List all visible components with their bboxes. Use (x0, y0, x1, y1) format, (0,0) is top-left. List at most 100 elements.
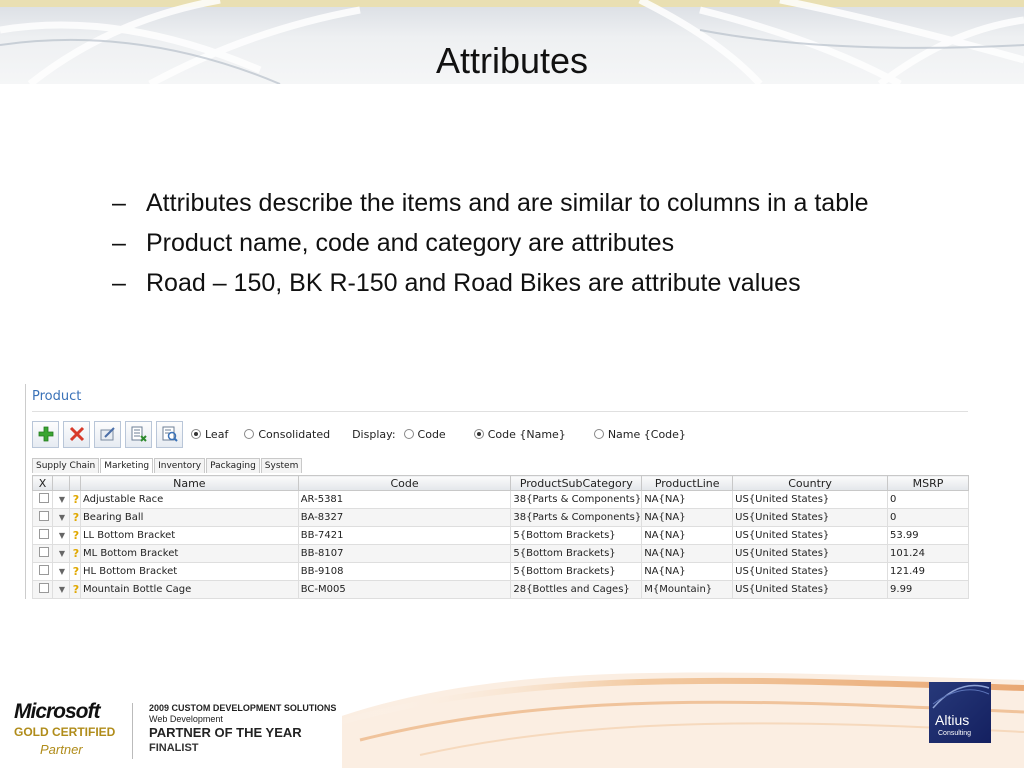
export-button[interactable] (125, 420, 152, 448)
display-code-radio[interactable]: Code (403, 428, 446, 441)
microsoft-logo: Microsoft (14, 700, 100, 723)
cell-code[interactable]: BB-9108 (297, 562, 512, 581)
cell-msrp[interactable]: 101.24 (887, 544, 969, 563)
delete-button[interactable] (63, 420, 90, 448)
cell-productline[interactable]: M{Mountain} (641, 580, 734, 599)
cell-name[interactable]: ML Bottom Bracket (79, 544, 299, 563)
cell-name[interactable]: Adjustable Race (79, 490, 299, 509)
cell-msrp[interactable]: 0 (887, 508, 969, 527)
tab-system[interactable]: System (260, 458, 303, 473)
chevron-down-icon[interactable]: ▼ (59, 531, 65, 540)
bullet-item: – Road – 150, BK R-150 and Road Bikes ar… (112, 266, 912, 300)
cell-country[interactable]: US{United States} (732, 490, 889, 509)
cell-msrp[interactable]: 121.49 (887, 562, 969, 581)
table-row[interactable]: ▼? ML Bottom Bracket BB-8107 5{Bottom Brack… (32, 544, 969, 563)
bullet-dash: – (112, 189, 126, 217)
column-header-productline[interactable]: ProductLine (641, 475, 734, 491)
table-row[interactable]: ▼? Adjustable Race AR-5381 38{Parts & Compo… (32, 490, 969, 509)
cell-code[interactable]: BC-M005 (297, 580, 512, 599)
column-header-country[interactable]: Country (732, 475, 889, 491)
cell-productline[interactable]: NA{NA} (641, 508, 734, 527)
chevron-down-icon[interactable]: ▼ (59, 585, 65, 594)
cell-productline[interactable]: NA{NA} (641, 490, 734, 509)
column-header-select[interactable]: X (32, 475, 53, 491)
cell-productsubcategory[interactable]: 28{Bottles and Cages} (510, 580, 643, 599)
row-checkbox[interactable] (39, 529, 50, 539)
export-icon (131, 426, 147, 442)
row-menu-cell[interactable]: ▼ (51, 490, 70, 509)
bullet-item: – Attributes describe the items and are … (112, 186, 912, 220)
select-checkbox-cell[interactable] (32, 490, 53, 509)
cell-msrp[interactable]: 9.99 (887, 580, 969, 599)
cell-productline[interactable]: NA{NA} (641, 562, 734, 581)
cell-productsubcategory[interactable]: 38{Parts & Components} (510, 508, 643, 527)
tab-supply-chain[interactable]: Supply Chain (32, 458, 100, 473)
row-checkbox[interactable] (39, 547, 50, 557)
row-checkbox[interactable] (39, 493, 50, 503)
cell-code[interactable]: BB-8107 (297, 544, 512, 563)
radio-empty-icon (244, 429, 255, 439)
bullet-dash: – (112, 229, 126, 257)
cell-country[interactable]: US{United States} (732, 526, 889, 545)
chevron-down-icon[interactable]: ▼ (59, 567, 65, 576)
question-icon: ? (72, 583, 80, 596)
column-header-msrp[interactable]: MSRP (887, 475, 969, 491)
cell-name[interactable]: LL Bottom Bracket (79, 526, 299, 545)
cell-productsubcategory[interactable]: 5{Bottom Brackets} (510, 562, 643, 581)
chevron-down-icon[interactable]: ▼ (59, 513, 65, 522)
display-name-code-radio[interactable]: Name {Code} (593, 427, 686, 441)
tab-inventory[interactable]: Inventory (154, 458, 206, 473)
cell-name[interactable]: Mountain Bottle Cage (79, 580, 299, 599)
row-checkbox[interactable] (39, 565, 50, 575)
cell-country[interactable]: US{United States} (732, 562, 889, 581)
question-icon: ? (72, 511, 80, 524)
consolidated-radio[interactable]: Consolidated (244, 428, 330, 441)
cell-msrp[interactable]: 0 (887, 490, 969, 509)
add-button[interactable] (32, 420, 59, 448)
leaf-radio[interactable]: Leaf (191, 428, 228, 441)
cell-productline[interactable]: NA{NA} (641, 544, 734, 563)
row-menu-cell[interactable]: ▼ (51, 526, 70, 545)
table-row[interactable]: ▼? HL Bottom Bracket BB-9108 5{Bottom Brack… (32, 562, 969, 581)
chevron-down-icon[interactable]: ▼ (59, 549, 65, 558)
cell-code[interactable]: AR-5381 (297, 490, 512, 509)
tab-marketing[interactable]: Marketing (100, 458, 154, 473)
row-checkbox[interactable] (39, 583, 50, 593)
select-checkbox-cell[interactable] (32, 580, 53, 599)
grid-header-row: X Name Code ProductSubCategory ProductLi… (32, 475, 969, 491)
select-checkbox-cell[interactable] (32, 562, 53, 581)
cell-productline[interactable]: NA{NA} (641, 526, 734, 545)
table-row[interactable]: ▼? Bearing Ball BA-8327 38{Parts & Componen… (32, 508, 969, 527)
column-header-name[interactable]: Name (79, 475, 299, 491)
table-row[interactable]: ▼? Mountain Bottle Cage BC-M005 28{Bottles … (32, 580, 969, 599)
cell-country[interactable]: US{United States} (732, 508, 889, 527)
cell-name[interactable]: Bearing Ball (79, 508, 299, 527)
row-menu-cell[interactable]: ▼ (51, 544, 70, 563)
row-checkbox[interactable] (39, 511, 50, 521)
cell-productsubcategory[interactable]: 5{Bottom Brackets} (510, 544, 643, 563)
cell-code[interactable]: BB-7421 (297, 526, 512, 545)
select-checkbox-cell[interactable] (32, 526, 53, 545)
view-button[interactable] (156, 420, 183, 448)
cell-country[interactable]: US{United States} (732, 580, 889, 599)
cell-msrp[interactable]: 53.99 (887, 526, 969, 545)
cell-code[interactable]: BA-8327 (297, 508, 512, 527)
select-checkbox-cell[interactable] (32, 544, 53, 563)
cell-name[interactable]: HL Bottom Bracket (79, 562, 299, 581)
display-label: Display: (352, 427, 396, 441)
select-checkbox-cell[interactable] (32, 508, 53, 527)
display-code-name-radio[interactable]: Code {Name} (473, 428, 566, 441)
chevron-down-icon[interactable]: ▼ (59, 495, 65, 504)
column-header-code[interactable]: Code (297, 475, 512, 491)
tab-packaging[interactable]: Packaging (206, 458, 260, 473)
cell-country[interactable]: US{United States} (732, 544, 889, 563)
row-menu-cell[interactable]: ▼ (51, 580, 70, 599)
cell-productsubcategory[interactable]: 38{Parts & Components} (510, 490, 643, 509)
display-name-code-label: Name {Code} (607, 427, 686, 441)
row-menu-cell[interactable]: ▼ (51, 508, 70, 527)
table-row[interactable]: ▼? LL Bottom Bracket BB-7421 5{Bottom Brack… (32, 526, 969, 545)
edit-button[interactable] (94, 420, 121, 448)
row-menu-cell[interactable]: ▼ (51, 562, 70, 581)
column-header-productsubcategory[interactable]: ProductSubCategory (510, 475, 643, 491)
cell-productsubcategory[interactable]: 5{Bottom Brackets} (510, 526, 643, 545)
